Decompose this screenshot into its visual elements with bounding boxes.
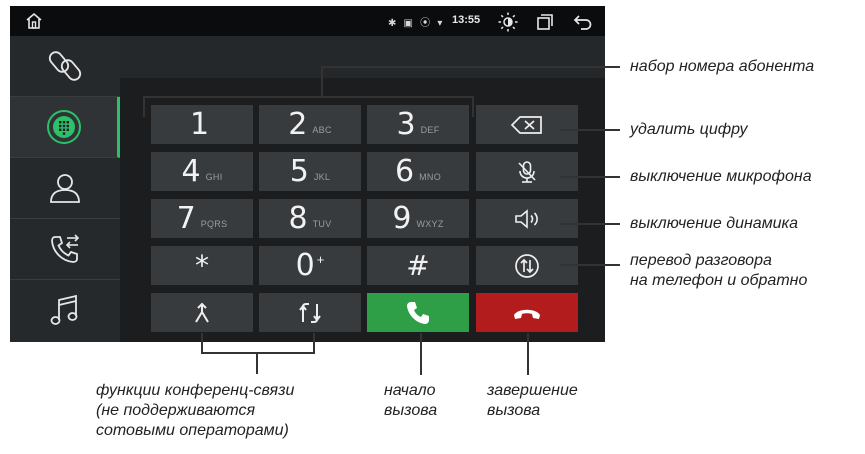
annotation-conference-line2: (не поддерживаются [96,402,256,419]
status-icons: ✱ ▣ ⦿ ▾ [388,18,445,29]
leader-transfer [560,264,620,266]
key-9[interactable]: 9 WXYZ [367,199,469,238]
leader-delete-digit [560,129,620,131]
device-screen: ✱ ▣ ⦿ ▾ 13:55 1 2 ABC 3 DEF 4 GHI 5 JKL … [10,6,605,342]
call-log-icon [51,234,80,263]
home-icon[interactable] [24,11,44,31]
recents-icon[interactable] [536,13,554,31]
annotation-number-entry: набор номера абонента [630,58,815,75]
leader-call-end [527,333,529,375]
annotation-call-end: завершение вызова [487,381,578,421]
conf-bracket-bottom [201,352,315,354]
annotation-mic-off: выключение микрофона [630,168,812,185]
key-4[interactable]: 4 GHI [151,152,253,191]
key-7[interactable]: 7 PQRS [151,199,253,238]
annotation-transfer-line2: на телефон и обратно [630,272,808,289]
clock: 13:55 [452,14,481,26]
number-display[interactable] [120,36,605,78]
annotation-transfer: перевод разговора на телефон и обратно [630,251,807,291]
leader-number-entry [321,66,620,68]
swap-call-button[interactable] [259,293,361,332]
key-hash[interactable]: # [367,246,469,285]
annotation-speaker-off: выключение динамика [630,215,799,232]
sidebar-item-call-log[interactable] [10,219,120,280]
merge-call-icon [195,302,209,323]
end-call-button[interactable] [476,293,578,332]
call-button[interactable] [367,293,469,332]
backspace-icon [510,115,542,134]
sidebar-item-music[interactable] [10,280,120,341]
transfer-icon [515,253,539,278]
key-2[interactable]: 2 ABC [259,105,361,144]
dialpad-icon [46,110,81,144]
annotation-conference-line1: функции конференц-связи [96,382,295,399]
transfer-button[interactable] [476,246,578,285]
bracket-right-leg [472,97,474,117]
bluetooth-link-icon [48,51,82,81]
swap-call-icon [299,302,321,323]
annotation-delete-digit: удалить цифру [630,121,748,138]
sidebar [10,36,120,342]
merge-call-button[interactable] [151,293,253,332]
brightness-icon[interactable] [497,11,519,33]
back-icon[interactable] [573,12,593,32]
mic-mute-icon [518,160,536,183]
key-0[interactable]: 0 + [259,246,361,285]
annotation-conference: функции конференц-связи (не поддерживают… [96,381,294,441]
annotation-call-start-line1: начало [384,382,436,399]
key-1[interactable]: 1 [151,105,253,144]
annotation-call-end-line2: вызова [487,402,541,419]
key-6[interactable]: 6 MNO [367,152,469,191]
annotation-call-end-line1: завершение [487,382,578,399]
leader-mic-off [560,176,620,178]
mic-mute-button[interactable] [476,152,578,191]
bracket-stem [321,66,323,97]
bracket-left-leg [143,97,145,117]
key-5[interactable]: 5 JKL [259,152,361,191]
end-call-icon [514,309,540,319]
bracket-top [143,96,474,98]
delete-digit-button[interactable] [476,105,578,144]
sidebar-item-dialpad[interactable] [10,97,120,158]
music-icon [50,294,78,325]
key-3[interactable]: 3 DEF [367,105,469,144]
annotation-call-start: начало вызова [384,381,437,421]
status-bar: ✱ ▣ ⦿ ▾ 13:55 [10,6,605,36]
annotation-call-start-line2: вызова [384,402,438,419]
conf-bracket-left [201,333,203,353]
sidebar-item-contacts[interactable] [10,158,120,219]
contacts-icon [50,174,80,203]
key-star[interactable]: * [151,246,253,285]
annotation-transfer-line1: перевод разговора [630,252,772,269]
speaker-button[interactable] [476,199,578,238]
annotation-conference-line3: сотовыми операторами) [96,422,289,439]
leader-call-start [420,333,422,375]
sidebar-item-bluetooth[interactable] [10,36,120,97]
leader-speaker-off [560,223,620,225]
conf-bracket-right [313,333,315,353]
speaker-icon [515,208,538,229]
call-icon [407,301,429,324]
conf-bracket-stem [256,352,258,374]
key-8[interactable]: 8 TUV [259,199,361,238]
